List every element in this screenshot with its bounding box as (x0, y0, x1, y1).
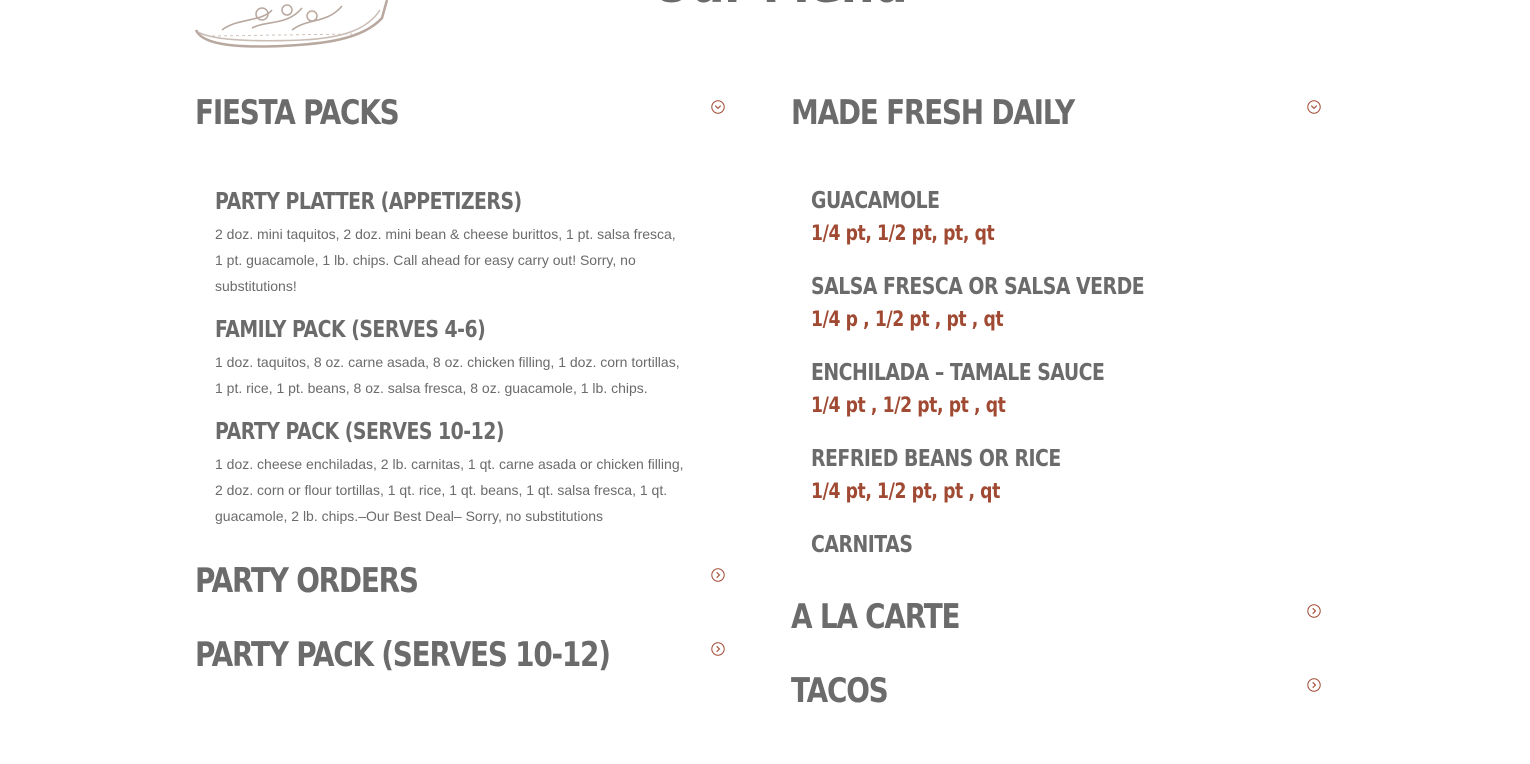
menu-item-title: CARNITAS (811, 532, 913, 558)
accordion-party-orders[interactable]: PARTY ORDERS (195, 559, 725, 603)
accordion-title: FIESTA PACKS (195, 93, 400, 133)
chevron-down-circle-icon (1307, 100, 1321, 114)
chevron-down-circle-icon (711, 100, 725, 114)
menu-item-price: 1/4 p , 1/2 pt , pt , qt (811, 307, 1004, 331)
menu-item-price: 1/4 pt, 1/2 pt, pt , qt (811, 479, 1000, 503)
menu-item-title: SALSA FRESCA OR SALSA VERDE (811, 274, 1145, 300)
menu-item-title: PARTY PACK (SERVES 10-12) (215, 419, 505, 445)
menu-item-price: 1/4 pt , 1/2 pt, pt , qt (811, 393, 1006, 417)
menu-item-description: 2 doz. mini taquitos, 2 doz. mini bean &… (215, 226, 676, 294)
menu-page: Our Menu FIESTA PACKS PARTY PLATTER (APP… (0, 0, 1530, 764)
menu-item-title: REFRIED BEANS OR RICE (811, 446, 1061, 472)
menu-item-title: PARTY PLATTER (APPETIZERS) (215, 189, 522, 215)
menu-item-title: FAMILY PACK (SERVES 4-6) (215, 317, 486, 343)
accordion-title: MADE FRESH DAILY (791, 93, 1075, 133)
chevron-right-circle-icon (1307, 678, 1321, 692)
menu-item-title: ENCHILADA – TAMALE SAUCE (811, 360, 1105, 386)
menu-item-title: GUACAMOLE (811, 188, 940, 214)
menu-item-description: 1 doz. taquitos, 8 oz. carne asada, 8 oz… (215, 354, 680, 396)
page-title: Our Menu (651, 0, 908, 10)
accordion-fiesta-packs[interactable]: FIESTA PACKS (195, 91, 725, 135)
food-sketch-illustration (194, 0, 389, 48)
chevron-right-circle-icon (711, 642, 725, 656)
accordion-party-pack[interactable]: PARTY PACK (SERVES 10-12) (195, 633, 725, 677)
accordion-title: TACOS (791, 671, 889, 711)
accordion-tacos[interactable]: TACOS (791, 669, 1321, 713)
menu-item-description: 1 doz. cheese enchiladas, 2 lb. carnitas… (215, 456, 684, 524)
accordion-title: PARTY ORDERS (195, 561, 419, 601)
accordion-title: PARTY PACK (SERVES 10-12) (195, 635, 611, 675)
chevron-right-circle-icon (711, 568, 725, 582)
accordion-title: A LA CARTE (791, 597, 961, 637)
menu-item-price: 1/4 pt, 1/2 pt, pt, qt (811, 221, 995, 245)
accordion-made-fresh-daily[interactable]: MADE FRESH DAILY (791, 91, 1321, 135)
chevron-right-circle-icon (1307, 604, 1321, 618)
accordion-a-la-carte[interactable]: A LA CARTE (791, 595, 1321, 639)
